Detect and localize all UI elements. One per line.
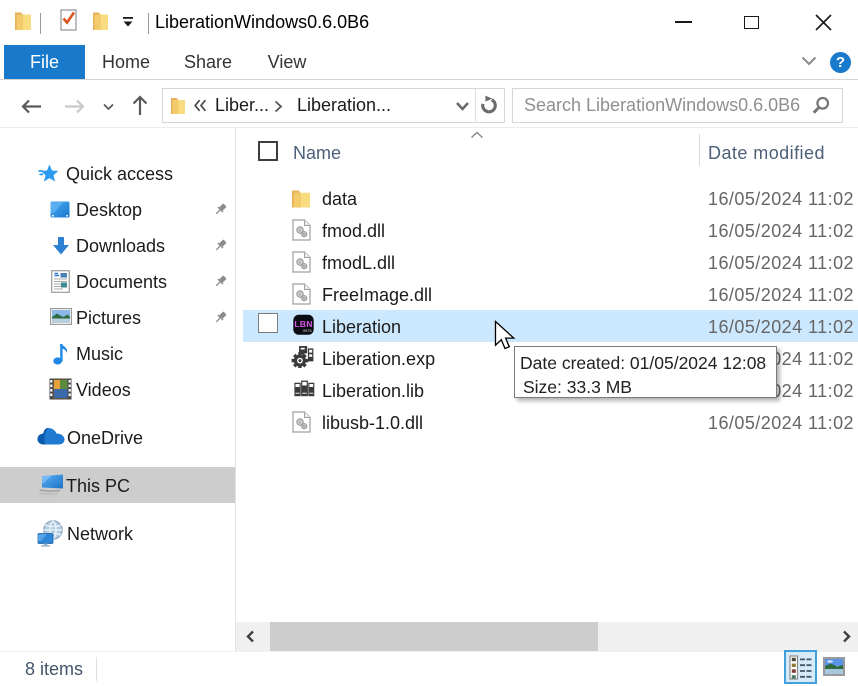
svg-text:BETA: BETA [303, 329, 312, 333]
svg-text:LBN: LBN [294, 319, 312, 329]
